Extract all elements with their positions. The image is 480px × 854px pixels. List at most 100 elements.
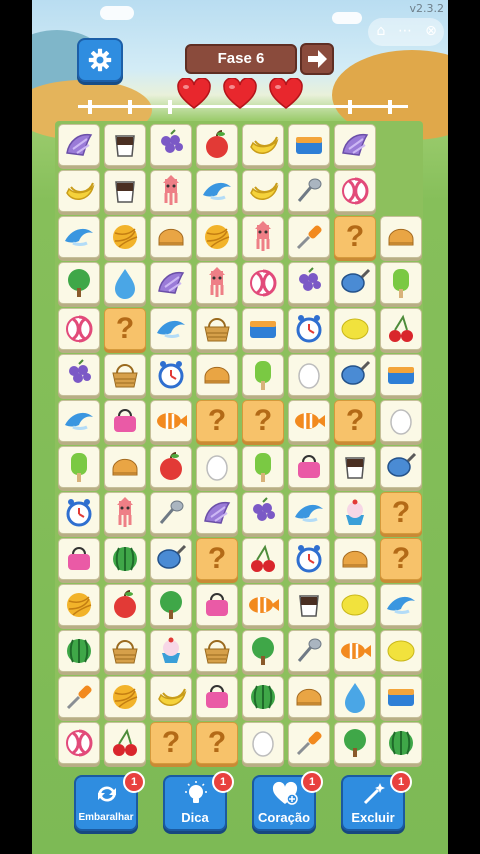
tile-fish[interactable] — [242, 584, 284, 626]
hidden-tile[interactable]: ? — [242, 400, 284, 442]
tile-lunchbox[interactable] — [380, 354, 422, 396]
tile-banana[interactable] — [58, 170, 100, 212]
tile-grapes[interactable] — [58, 354, 100, 396]
tile-clock[interactable] — [58, 492, 100, 534]
tile-bag[interactable] — [104, 400, 146, 442]
hidden-tile[interactable]: ? — [334, 400, 376, 442]
tile-lemon[interactable] — [334, 308, 376, 350]
tile-yarn[interactable] — [58, 584, 100, 626]
tile-squid[interactable] — [150, 170, 192, 212]
hidden-tile[interactable]: ? — [150, 722, 192, 764]
tile-shell[interactable] — [334, 124, 376, 166]
tile-grapes[interactable] — [242, 492, 284, 534]
tile-basket[interactable] — [196, 308, 238, 350]
tile-clock[interactable] — [288, 538, 330, 580]
tile-shell[interactable] — [150, 262, 192, 304]
tile-lemon[interactable] — [380, 630, 422, 672]
tile-tree[interactable] — [334, 722, 376, 764]
tile-squid[interactable] — [242, 216, 284, 258]
tile-screwdriver[interactable] — [288, 722, 330, 764]
hidden-tile[interactable]: ? — [380, 492, 422, 534]
tile-fish[interactable] — [288, 400, 330, 442]
tile-coffee[interactable] — [104, 124, 146, 166]
tile-popsicle[interactable] — [242, 446, 284, 488]
tile-banana[interactable] — [242, 124, 284, 166]
excluir-button[interactable]: Excluir 1 — [341, 771, 412, 831]
tile-clock[interactable] — [150, 354, 192, 396]
tile-bag[interactable] — [288, 446, 330, 488]
hidden-tile[interactable]: ? — [196, 722, 238, 764]
next-level-button[interactable] — [300, 43, 334, 75]
tile-bag[interactable] — [58, 538, 100, 580]
hidden-tile[interactable]: ? — [334, 216, 376, 258]
tile-clock[interactable] — [288, 308, 330, 350]
tile-lunchbox[interactable] — [288, 124, 330, 166]
dica-button[interactable]: Dica 1 — [163, 771, 234, 831]
tile-bread[interactable] — [150, 216, 192, 258]
tile-squid[interactable] — [196, 262, 238, 304]
tile-spoon[interactable] — [150, 492, 192, 534]
tile-dolphin[interactable] — [150, 308, 192, 350]
tile-bread[interactable] — [334, 538, 376, 580]
tile-cherry[interactable] — [380, 308, 422, 350]
mini-program-capsule[interactable]: ⌂ ⋯ ⊗ — [368, 18, 444, 46]
tile-candy[interactable] — [58, 308, 100, 350]
tile-fish[interactable] — [150, 400, 192, 442]
tile-grapes[interactable] — [288, 262, 330, 304]
hidden-tile[interactable]: ? — [380, 538, 422, 580]
tile-coffee[interactable] — [334, 446, 376, 488]
tile-lunchbox[interactable] — [380, 676, 422, 718]
tile-screwdriver[interactable] — [58, 676, 100, 718]
tile-basket[interactable] — [104, 354, 146, 396]
tile-egg[interactable] — [288, 354, 330, 396]
tile-bread[interactable] — [196, 354, 238, 396]
embaralhar-button[interactable]: Embaralhar 1 — [74, 771, 145, 831]
tile-egg[interactable] — [242, 722, 284, 764]
tile-popsicle[interactable] — [242, 354, 284, 396]
tile-apple[interactable] — [150, 446, 192, 488]
tile-cupcake[interactable] — [150, 630, 192, 672]
tile-egg[interactable] — [380, 400, 422, 442]
tile-banana[interactable] — [242, 170, 284, 212]
tile-melon[interactable] — [104, 538, 146, 580]
tile-candy[interactable] — [334, 170, 376, 212]
hidden-tile[interactable]: ? — [196, 400, 238, 442]
tile-bread[interactable] — [380, 216, 422, 258]
tile-water[interactable] — [104, 262, 146, 304]
tile-dolphin[interactable] — [380, 584, 422, 626]
tile-cherry[interactable] — [104, 722, 146, 764]
tile-tree[interactable] — [150, 584, 192, 626]
tile-shell[interactable] — [196, 492, 238, 534]
tile-coffee[interactable] — [104, 170, 146, 212]
tile-dolphin[interactable] — [58, 400, 100, 442]
tile-yarn[interactable] — [196, 216, 238, 258]
tile-bag[interactable] — [196, 676, 238, 718]
tile-egg[interactable] — [196, 446, 238, 488]
tile-pan[interactable] — [334, 262, 376, 304]
tile-coffee[interactable] — [288, 584, 330, 626]
tile-screwdriver[interactable] — [288, 216, 330, 258]
tile-tree[interactable] — [242, 630, 284, 672]
tile-basket[interactable] — [104, 630, 146, 672]
tile-yarn[interactable] — [104, 676, 146, 718]
tile-banana[interactable] — [150, 676, 192, 718]
tile-tree[interactable] — [58, 262, 100, 304]
tile-basket[interactable] — [196, 630, 238, 672]
hidden-tile[interactable]: ? — [104, 308, 146, 350]
home-icon[interactable]: ⌂ — [372, 22, 390, 40]
tile-cupcake[interactable] — [334, 492, 376, 534]
tile-dolphin[interactable] — [58, 216, 100, 258]
tile-spoon[interactable] — [288, 630, 330, 672]
tile-lunchbox[interactable] — [242, 308, 284, 350]
tile-yarn[interactable] — [104, 216, 146, 258]
tile-dolphin[interactable] — [288, 492, 330, 534]
tile-grapes[interactable] — [150, 124, 192, 166]
tile-squid[interactable] — [104, 492, 146, 534]
tile-melon[interactable] — [58, 630, 100, 672]
tile-popsicle[interactable] — [58, 446, 100, 488]
tile-cherry[interactable] — [242, 538, 284, 580]
tile-candy[interactable] — [242, 262, 284, 304]
tile-bag[interactable] — [196, 584, 238, 626]
settings-button[interactable] — [77, 38, 123, 82]
close-icon[interactable]: ⊗ — [422, 22, 440, 40]
